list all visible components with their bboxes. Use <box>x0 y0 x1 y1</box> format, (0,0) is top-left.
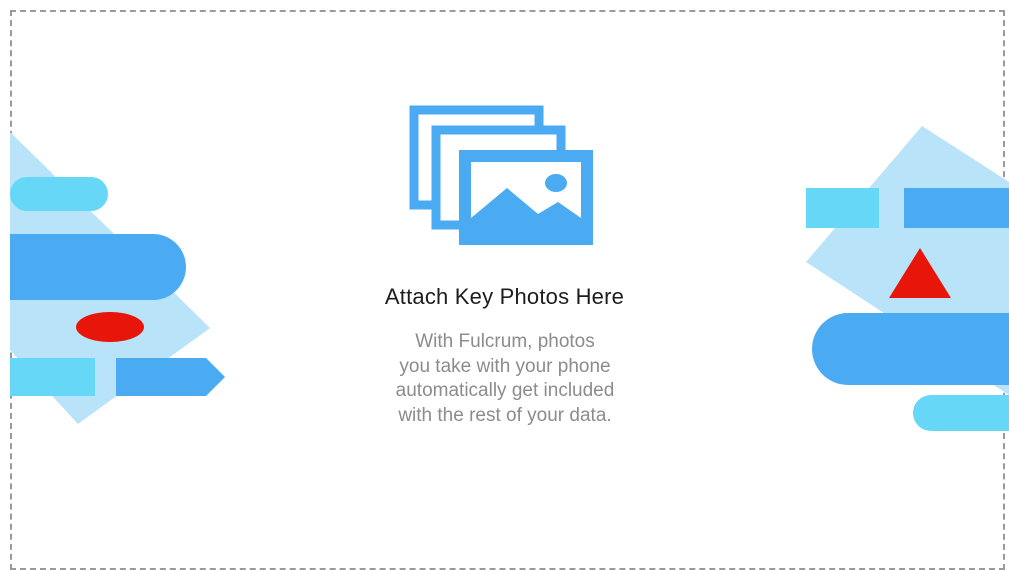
right-decoration-cyan-block <box>806 188 879 228</box>
description-line: you take with your phone <box>399 355 611 377</box>
description-line: with the rest of your data. <box>398 404 612 426</box>
right-decoration-blue-block <box>904 188 1009 228</box>
description-line: automatically get included <box>395 380 615 401</box>
description-line: With Fulcrum, photos <box>415 331 595 352</box>
dropzone-heading: Attach Key Photos Here <box>384 284 625 309</box>
right-decoration-blue-pill <box>812 313 1009 385</box>
dropzone-description: With Fulcrum, photos you take with your … <box>330 330 680 428</box>
right-decoration <box>806 126 1009 431</box>
right-decoration-cyan-pill <box>913 395 1009 431</box>
photos-stack-icon <box>409 105 593 245</box>
